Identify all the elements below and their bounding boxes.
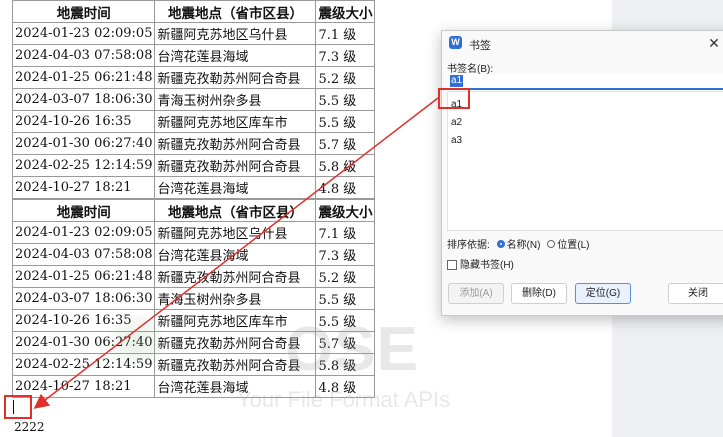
wps-writer-icon: W — [449, 36, 462, 49]
bookmark-name-selected-text: a1 — [450, 75, 464, 87]
sort-label: 排序依据: — [447, 240, 490, 251]
bookmark-list-item[interactable]: a3 — [451, 134, 462, 148]
bookmark-list[interactable]: a1 a2 a3 — [447, 91, 723, 231]
sort-by-location-radio[interactable] — [547, 239, 556, 248]
close-icon[interactable]: ✕ — [705, 34, 723, 52]
sort-by-name-radio[interactable] — [496, 239, 505, 248]
bookmark-dialog: W 书签 ✕ 书签名(B): a1 a1 a2 a3 排序依据: 名称(N) 位… — [441, 30, 723, 316]
dialog-title: 书签 — [469, 40, 491, 52]
close-button[interactable]: 关闭 — [668, 283, 723, 304]
sort-by-name-label[interactable]: 名称(N) — [507, 240, 541, 251]
add-button[interactable]: 添加(A) — [448, 283, 504, 304]
sort-options: 排序依据: 名称(N) 位置(L) — [447, 236, 589, 251]
bookmark-list-item[interactable]: a2 — [451, 116, 462, 130]
annotation-selected-bookmark-box — [438, 88, 470, 109]
hidden-bookmarks-label[interactable]: 隐藏书签(H) — [460, 260, 514, 271]
bookmark-name-input[interactable] — [447, 74, 723, 90]
sort-by-location-label[interactable]: 位置(L) — [557, 240, 589, 251]
dialog-titlebar[interactable]: W 书签 ✕ — [442, 31, 723, 55]
delete-button[interactable]: 删除(D) — [511, 283, 567, 304]
hidden-bookmarks-checkbox[interactable] — [447, 260, 457, 271]
hidden-bookmarks-option: 隐藏书签(H) — [447, 256, 514, 271]
goto-button[interactable]: 定位(G) — [575, 283, 631, 304]
bookmark-name-label: 书签名(B): — [447, 64, 494, 75]
